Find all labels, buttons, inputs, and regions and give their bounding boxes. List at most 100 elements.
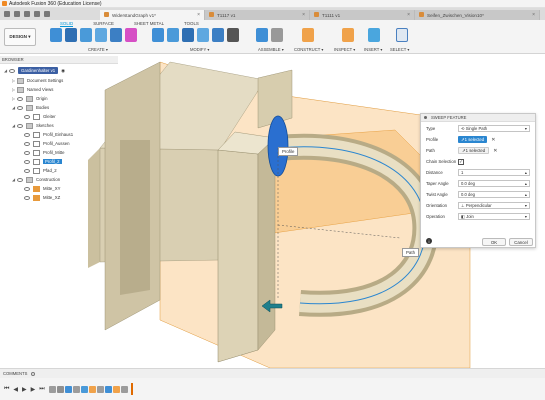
eye-icon[interactable] <box>17 105 23 110</box>
tree-sketch-1[interactable]: Profil_Einhaus1 <box>24 130 73 139</box>
combine-icon[interactable] <box>212 28 224 42</box>
activate-radio-icon[interactable]: ◉ <box>61 68 65 74</box>
timeline-extrude-icon[interactable] <box>80 385 88 393</box>
chamfer-icon[interactable] <box>182 28 194 42</box>
tree-sketch-5[interactable]: Pfad_2 <box>24 166 57 175</box>
operation-select[interactable]: ◧ Join ▾ <box>458 213 530 220</box>
step-forward-icon[interactable]: ▶ <box>31 386 36 393</box>
ok-button[interactable]: OK <box>482 238 506 246</box>
timeline-plane-icon[interactable] <box>112 385 120 393</box>
skip-end-icon[interactable]: ⏭ <box>39 386 44 393</box>
tab-seifen[interactable]: Seifen_Zwischen_Vision10* × <box>415 10 540 20</box>
eye-icon[interactable] <box>24 150 30 155</box>
tree-plane-xz[interactable]: Mitte_XZ <box>24 193 60 202</box>
tab-sheet-metal[interactable]: SHEET METAL <box>134 21 164 27</box>
profile-select-button[interactable]: ➚ 1 selected <box>458 136 488 143</box>
joint-icon[interactable] <box>271 28 283 42</box>
select-icon[interactable] <box>396 28 408 42</box>
file-icon[interactable] <box>14 11 20 17</box>
cancel-button[interactable]: Cancel <box>509 238 533 246</box>
select-menu[interactable]: SELECT ▾ <box>390 47 409 52</box>
eye-icon[interactable] <box>17 177 23 182</box>
play-icon[interactable]: ▶ <box>22 386 27 393</box>
timeline-marker[interactable] <box>130 383 133 395</box>
eye-icon[interactable] <box>24 195 30 200</box>
close-icon[interactable]: × <box>407 12 410 18</box>
timeline-extrude-icon[interactable] <box>104 385 112 393</box>
skip-start-icon[interactable]: ⏮ <box>4 386 9 393</box>
info-icon[interactable]: i <box>426 238 432 244</box>
timeline-sketch-icon[interactable] <box>120 385 128 393</box>
eye-icon[interactable] <box>24 114 30 119</box>
move-icon[interactable] <box>227 28 239 42</box>
step-back-icon[interactable]: ◀ <box>13 386 18 393</box>
tab-t1111[interactable]: T1111 v1 × <box>310 10 415 20</box>
undo-icon[interactable] <box>34 11 40 17</box>
new-component-icon[interactable] <box>50 28 62 42</box>
timeline-sketch-icon[interactable] <box>48 385 56 393</box>
tree-root[interactable]: ◢ Gardinenhalter v1 ◉ <box>4 66 65 75</box>
tree-construction[interactable]: ◢ Construction <box>12 175 60 184</box>
tab-solid[interactable]: SOLID <box>60 21 74 27</box>
revolve-icon[interactable] <box>95 28 107 42</box>
eye-icon[interactable] <box>24 168 30 173</box>
assemble-menu[interactable]: ASSEMBLE ▾ <box>258 47 284 52</box>
extrude-icon[interactable] <box>80 28 92 42</box>
tree-sketch-3[interactable]: Profil_Mitte <box>24 148 65 157</box>
create-menu[interactable]: CREATE ▾ <box>88 47 108 52</box>
redo-icon[interactable] <box>44 11 50 17</box>
construct-menu[interactable]: CONSTRUCT ▾ <box>294 47 323 52</box>
fillet-icon[interactable] <box>167 28 179 42</box>
tree-bodies[interactable]: ◢ Bodies <box>12 103 49 112</box>
timeline-plane-icon[interactable] <box>88 385 96 393</box>
grid-menu-icon[interactable] <box>4 11 10 17</box>
close-icon[interactable]: × <box>302 12 305 18</box>
workspace-switcher[interactable]: DESIGN ▾ <box>4 28 36 46</box>
eye-icon[interactable] <box>24 159 30 164</box>
eye-icon[interactable] <box>24 186 30 191</box>
offset-plane-icon[interactable] <box>302 28 314 42</box>
tree-sketch-4[interactable]: Profil_2 <box>24 157 62 166</box>
clear-profile-icon[interactable]: ✕ <box>491 137 495 143</box>
tree-named-views[interactable]: ▷ Named Views <box>12 85 53 94</box>
chain-selection-checkbox[interactable]: ✓ <box>458 158 464 165</box>
timeline-sketch-icon[interactable] <box>72 385 80 393</box>
new-component-icon[interactable] <box>256 28 268 42</box>
form-icon[interactable] <box>125 28 137 42</box>
add-comment-icon[interactable] <box>31 371 36 376</box>
inspect-menu[interactable]: INSPECT ▾ <box>334 47 355 52</box>
orientation-select[interactable]: ⊥ Perpendicular ▾ <box>458 202 530 209</box>
shell-icon[interactable] <box>197 28 209 42</box>
tree-body-gleiter[interactable]: Gleiter <box>24 112 56 121</box>
tree-sketches[interactable]: ◢ Sketches <box>12 121 54 130</box>
tree-origin[interactable]: ▷ Origin <box>12 94 47 103</box>
eye-icon[interactable] <box>24 132 30 137</box>
create-sketch-icon[interactable] <box>65 28 77 42</box>
tree-plane-xy[interactable]: Mitte_XY <box>24 184 60 193</box>
close-icon[interactable]: × <box>197 12 200 18</box>
measure-icon[interactable] <box>342 28 354 42</box>
taper-angle-input[interactable]: 0.0 deg ▴ <box>458 180 530 187</box>
tab-surface[interactable]: SURFACE <box>93 21 114 27</box>
tab-t1117[interactable]: T1117 v1 × <box>205 10 310 20</box>
eye-icon[interactable] <box>17 96 23 101</box>
close-icon[interactable]: × <box>532 12 535 18</box>
eye-icon[interactable] <box>9 68 15 73</box>
timeline-sketch-icon[interactable] <box>56 385 64 393</box>
tree-doc-settings[interactable]: ▷ Document Settings <box>12 76 63 85</box>
press-pull-icon[interactable] <box>152 28 164 42</box>
tree-sketch-2[interactable]: Profil_Aussen <box>24 139 70 148</box>
type-select[interactable]: ⟲ Single Path ▾ <box>458 125 530 132</box>
sweep-icon[interactable] <box>110 28 122 42</box>
insert-menu[interactable]: INSERT ▾ <box>364 47 382 52</box>
distance-input[interactable]: 1 ▴ <box>458 169 530 176</box>
twist-angle-input[interactable]: 0.0 deg ▴ <box>458 191 530 198</box>
eye-icon[interactable] <box>24 141 30 146</box>
sweep-profile[interactable] <box>267 115 289 177</box>
eye-icon[interactable] <box>17 123 23 128</box>
timeline-extrude-icon[interactable] <box>64 385 72 393</box>
tab-widerstandgraph[interactable]: WiderstandGraph v1* × <box>100 10 205 20</box>
path-select-button[interactable]: ➚ 1 selected <box>458 147 490 154</box>
modify-menu[interactable]: MODIFY ▾ <box>190 47 209 52</box>
timeline-sketch-icon[interactable] <box>96 385 104 393</box>
